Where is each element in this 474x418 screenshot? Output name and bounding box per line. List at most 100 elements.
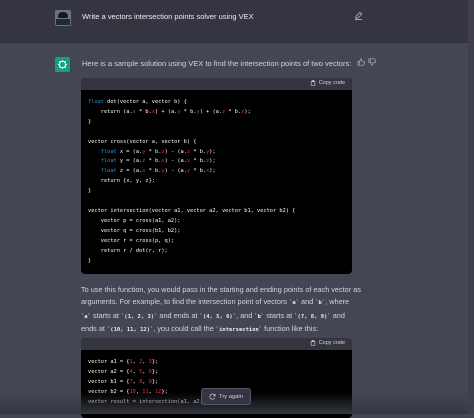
code-token: vector b1 = { <box>88 378 130 385</box>
code-line: vector a1 = {1, 2, 3}; <box>88 358 345 368</box>
thumbs-up-icon[interactable] <box>357 58 365 66</box>
code-line: vector q = cross(b1, b2); <box>88 227 345 237</box>
code-token: ); <box>244 108 251 115</box>
code-token: }; <box>151 378 159 385</box>
code-token: vector intersection(vector a1, vector a2… <box>88 207 296 214</box>
code-token: }; <box>151 368 159 375</box>
code-token: ) + (a. <box>199 108 223 115</box>
try-again-label: Try again <box>219 393 243 400</box>
code-token: } <box>88 118 92 125</box>
explanation-paragraph: To use this function, you would pass in … <box>81 284 361 336</box>
para-text: , you could call the <box>153 323 216 333</box>
clipboard-icon <box>310 340 315 346</box>
code-block-header: Copy code <box>81 338 352 350</box>
inline-code: `b` <box>254 313 265 320</box>
copy-code-button[interactable]: Copy code <box>310 80 345 86</box>
code-line: vector a2 = {4, 5, 6}; <box>88 368 345 378</box>
code-token: vector a1 = { <box>88 359 130 365</box>
code-token: dot(vector a, vector b) { <box>103 99 187 105</box>
code-line: } <box>88 187 345 197</box>
code-token: ); <box>209 158 216 165</box>
code-token: } <box>88 188 92 195</box>
inline-code: `(4, 5, 6)` <box>199 313 237 320</box>
inline-code: `intersection` <box>215 326 263 333</box>
para-text: and ends at <box>157 310 200 320</box>
code-token: ) - (a. <box>164 148 187 155</box>
inline-code: `a` <box>289 300 300 307</box>
code-block-header: Copy code <box>81 78 352 90</box>
code-line: float y = (a.z * b.x) - (a.x * b.z); <box>88 157 345 167</box>
code-token: }; <box>151 359 159 365</box>
code-token: y = (a. <box>116 158 143 165</box>
clipboard-icon <box>310 80 315 86</box>
code-line: float dot(vector a, vector b) { <box>88 98 345 108</box>
code-line: return r / dot(r, r); <box>88 247 345 257</box>
code-line: vector r = cross(p, q); <box>88 237 345 247</box>
assistant-intro-text: Here is a sample solution using VEX to f… <box>82 59 352 68</box>
edit-icon[interactable] <box>354 11 363 20</box>
code-token: ); <box>209 168 216 175</box>
code-token: vector p = cross(a1, a2); <box>88 217 181 224</box>
code-token: ); <box>209 148 216 155</box>
code-line: } <box>88 118 345 128</box>
code-keyword: float <box>100 158 117 165</box>
code-token: vector q = cross(b1, b2); <box>88 227 181 234</box>
para-text: starts at <box>90 310 121 320</box>
para-text: and <box>299 297 316 307</box>
code-token: return {x, y, z}; <box>88 178 155 185</box>
user-message-row: Write a vectors intersection points solv… <box>0 0 474 43</box>
code-token: ) + (a. <box>155 108 178 115</box>
user-message-text: Write a vectors intersection points solv… <box>82 12 254 21</box>
code-token: } <box>88 257 92 264</box>
inline-code: `(7, 8, 9)` <box>294 313 331 320</box>
inline-code: `(1, 2, 3)` <box>120 313 158 320</box>
code-keyword: float <box>100 168 117 175</box>
code-keyword: float <box>88 99 104 105</box>
code-line: vector b1 = {7, 8, 9}; <box>88 378 345 388</box>
code-line: float z = (a.x * b.y) - (a.y * b.x); <box>88 167 345 177</box>
code-token: return r / dot(r, r); <box>88 247 168 254</box>
code-token: * b. <box>190 168 207 175</box>
code-keyword: float <box>100 148 117 155</box>
code-token: ) - (a. <box>164 168 187 175</box>
code-token: * b. <box>180 108 197 115</box>
code-content: float dot(vector a, vector b) { return (… <box>81 90 352 274</box>
user-avatar <box>55 10 71 26</box>
code-line: return {x, y, z}; <box>88 177 345 187</box>
code-token: * b. <box>145 158 162 165</box>
code-line: return (a.x * b.x) + (a.y * b.y) + (a.z … <box>88 108 345 118</box>
code-token: vector cross(vector a, vector b) { <box>88 138 197 145</box>
code-line: vector intersection(vector a1, vector a2… <box>88 207 345 217</box>
para-text: , and <box>236 310 255 320</box>
inline-code: `(10, 11, 12)` <box>106 326 154 333</box>
code-block-functions: Copy code float dot(vector a, vector b) … <box>81 78 352 275</box>
try-again-button[interactable]: Try again <box>201 388 251 405</box>
code-line: vector p = cross(a1, a2); <box>88 217 345 227</box>
copy-code-button[interactable]: Copy code <box>310 340 345 346</box>
code-line: vector cross(vector a, vector b) { <box>88 138 345 148</box>
thumbs-down-icon[interactable] <box>368 58 376 66</box>
code-token: * b. <box>145 148 162 155</box>
para-text: starts at <box>264 310 295 320</box>
code-token: return (a. <box>88 108 133 115</box>
code-token: x = (a. <box>116 148 143 155</box>
refresh-icon <box>209 393 216 400</box>
scrollbar[interactable] <box>468 0 474 414</box>
inline-code: `b` <box>315 300 326 307</box>
assistant-logo-icon <box>55 57 70 72</box>
para-text: function like this: <box>262 323 319 333</box>
para-text: , where <box>325 297 350 307</box>
code-token: ) - (a. <box>164 158 187 165</box>
code-token: * b. <box>190 148 207 155</box>
code-token: * b. <box>135 108 152 115</box>
code-line: float x = (a.y * b.z) - (a.z * b.y); <box>88 148 345 158</box>
code-token: * b. <box>145 168 162 175</box>
code-token: vector r = cross(p, q); <box>88 237 175 244</box>
code-token: * b. <box>190 158 207 165</box>
code-line: } <box>88 257 345 267</box>
code-token: z = (a. <box>116 168 143 175</box>
